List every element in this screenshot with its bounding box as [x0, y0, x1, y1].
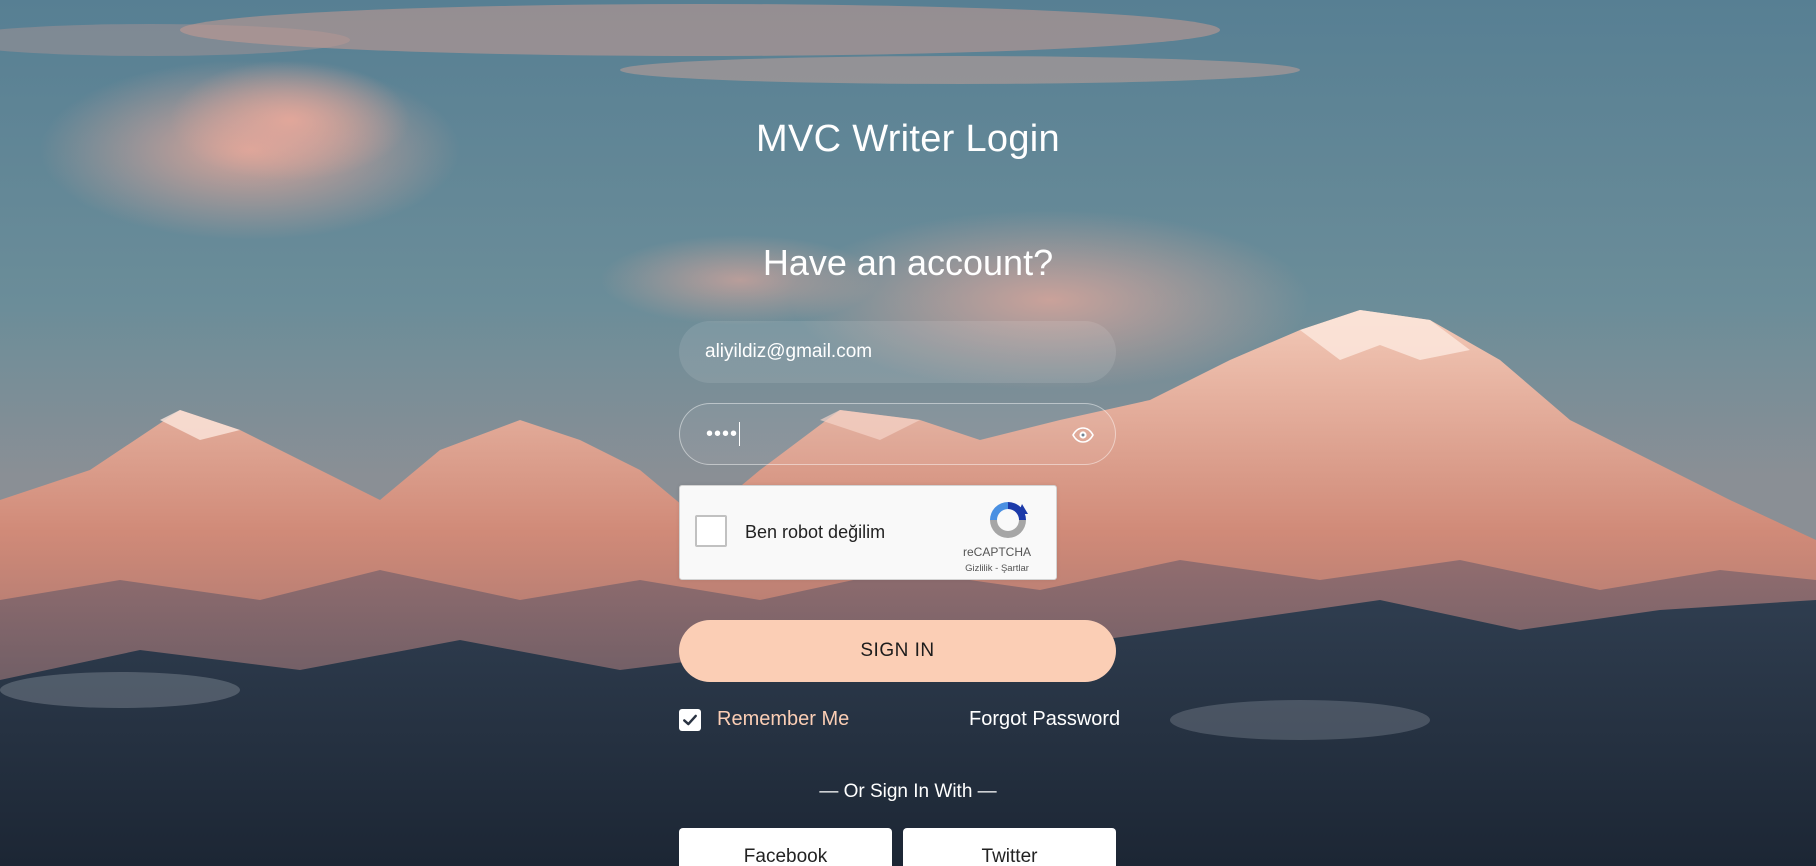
checkmark-icon	[683, 714, 697, 725]
recaptcha-privacy-terms-link[interactable]: Gizlilik - Şartlar	[952, 563, 1042, 574]
page-title: MVC Writer Login	[756, 118, 1060, 160]
facebook-button[interactable]: Facebook	[679, 828, 892, 866]
recaptcha-logo-icon	[986, 498, 1030, 542]
recaptcha-widget: Ben robot değilim reCAPTCHA Gizlilik - Ş…	[679, 485, 1057, 580]
recaptcha-brand: reCAPTCHA	[962, 545, 1031, 559]
remember-me-checkbox[interactable]	[679, 708, 701, 731]
password-field[interactable]: ••••	[679, 403, 1116, 465]
forgot-password-link[interactable]: Forgot Password	[969, 708, 1120, 731]
email-value: aliyildiz@gmail.com	[705, 341, 873, 362]
recaptcha-label: Ben robot değilim	[745, 522, 886, 542]
subtitle: Have an account?	[762, 242, 1054, 283]
remember-me[interactable]: Remember Me	[679, 708, 849, 731]
password-value: ••••	[706, 422, 739, 445]
recaptcha-checkbox[interactable]	[695, 515, 727, 547]
or-sign-in-with-divider: — Or Sign In With —	[819, 781, 997, 802]
email-field[interactable]: aliyildiz@gmail.com	[679, 321, 1116, 383]
twitter-button[interactable]: Twitter	[903, 828, 1116, 866]
remember-me-label: Remember Me	[717, 708, 850, 730]
eye-icon[interactable]	[1071, 423, 1095, 447]
sign-in-button[interactable]: SIGN IN	[679, 620, 1116, 682]
text-caret	[739, 422, 741, 446]
